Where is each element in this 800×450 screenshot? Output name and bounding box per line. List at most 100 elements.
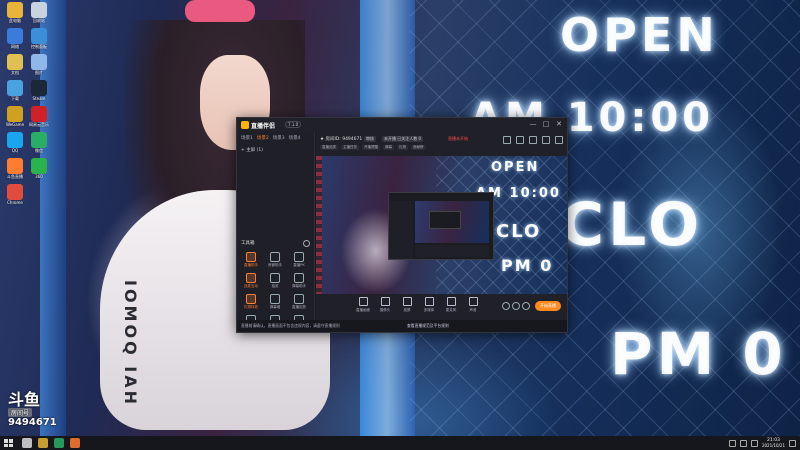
control-label: 麦克风 [445,308,457,312]
streaming-app-window[interactable]: 直播伴侣 7.1.0 — □ ✕ 场景1 场景2 场景3 场景4 + 主屏 (1… [236,117,568,333]
taskbar-search-icon[interactable] [22,438,32,448]
tool-label: 直播助手 [244,263,258,267]
desktop-icon[interactable]: Chrome [2,184,28,205]
camera-button[interactable]: 摄像头 [374,297,396,313]
maximize-icon[interactable]: □ [542,120,550,128]
sound-button[interactable]: 声音 [462,297,484,313]
gift-icon[interactable] [529,136,537,144]
tool-icon [246,273,256,283]
app-shortcut-icon [7,28,23,44]
input-method-icon[interactable] [750,439,758,447]
tab-scene-3[interactable]: 场景3 [273,135,285,141]
cast-button[interactable]: 投屏 [396,297,418,313]
taskbar-clock[interactable]: 21:03 2021/10/21 [762,438,785,448]
tool-icon [246,294,256,304]
header-subtab[interactable]: 主播任务 [341,145,359,150]
app-logo-icon [241,121,249,129]
toolbox-item[interactable]: 弹幕墙 [263,294,287,310]
tool-icon [294,273,304,283]
toolbox-item[interactable]: 直播助手 [239,252,263,268]
preview-neon-pm: PM 0 [501,256,554,275]
app-shortcut-icon [7,184,23,200]
preview-recursive-window [388,192,494,260]
tab-scene-4[interactable]: 场景4 [289,135,301,141]
desktop-icon[interactable]: 微信 [26,132,52,154]
toolbox-item[interactable]: 房管助手 [263,252,287,268]
close-icon[interactable]: ✕ [555,120,563,128]
header-icons [503,136,563,144]
add-scene-button[interactable]: + 主屏 (1) [241,147,310,153]
app-shortcut-icon [31,132,47,148]
desktop-icon-label: WeGame [5,122,25,127]
taskbar-wechat-icon[interactable] [54,438,64,448]
settings-icon[interactable] [542,136,550,144]
network-icon[interactable] [728,439,736,447]
app-titlebar[interactable]: 直播伴侣 7.1.0 — □ ✕ [237,118,567,132]
message-icon[interactable] [516,136,524,144]
share-icon[interactable] [555,136,563,144]
clock-icon[interactable] [303,240,310,247]
stream-preview[interactable]: OPEN AM 10:00 CLO PM 0 [316,156,567,294]
taskbar-file-explorer-icon[interactable] [38,438,48,448]
screen-capture-button[interactable]: 直播画面 [352,297,374,313]
tool-icon [270,252,280,262]
header-subtab[interactable]: 开播提醒 [362,145,380,150]
notice-link[interactable]: 查看直播规范及平台规则 [407,323,449,329]
notification-icon[interactable] [789,439,796,447]
control-label: 多媒体 [423,308,435,312]
desktop-icon[interactable]: 斗鱼直播 [2,158,28,180]
preview-inner-controls [415,245,489,257]
volume-icon[interactable] [739,439,747,447]
tool-label: 抽奖 [271,284,279,288]
header-subtab[interactable]: 贡献榜 [411,145,426,150]
desktop-icon-label: 下载 [11,96,19,101]
taskbar-douyu-icon[interactable] [70,438,80,448]
toolbox-item[interactable]: 连麦互动 [239,273,263,289]
tab-scene-1[interactable]: 场景1 [241,135,253,141]
app-shortcut-icon [7,158,23,174]
desktop-icon[interactable]: 网络 [2,28,28,50]
desktop-icon[interactable]: WeGame [2,106,28,127]
room-title: ★ 房间ID: 9494671 [320,137,363,142]
windows-start-icon[interactable] [4,439,13,447]
tab-scene-2[interactable]: 场景2 [257,135,269,141]
toolbox-item[interactable]: 弹幕助手 [287,273,311,289]
system-tray: 21:03 2021/10/21 [728,436,796,450]
desktop-icon-label: 文档 [11,70,19,75]
header-subtab[interactable]: 礼物 [397,145,408,150]
app-shortcut-icon [31,28,47,44]
record-icon[interactable] [502,302,510,310]
room-label: 房间号 [8,408,33,417]
app-shortcut-icon [31,2,47,18]
room-id: 9494671 [8,417,57,428]
gear-icon[interactable] [522,302,530,310]
control-label: 投屏 [403,308,411,312]
desktop-icon[interactable]: 360 [26,158,52,179]
toolbox-item[interactable]: 直播回放 [287,294,311,310]
header-subtab[interactable]: 弹幕 [383,145,394,150]
header-subtab[interactable]: 直播品类 [320,145,338,150]
microphone-button[interactable]: 麦克风 [440,297,462,313]
start-live-button[interactable]: 开始直播 [535,301,561,311]
desktop-icon[interactable]: 图片 [26,54,52,76]
minimize-icon[interactable]: — [529,120,537,128]
audit-chip[interactable]: 审核 [364,136,376,142]
stream-watermark: 斗鱼 房间号 9494671 [8,392,68,428]
desktop-icon-label: 控制面板 [31,44,47,49]
toolbox-item[interactable]: 抽奖 [263,273,287,289]
app-shortcut-icon [31,80,47,96]
avatar-icon[interactable] [503,136,511,144]
desktop-icon[interactable]: 回收站 [26,2,52,24]
media-button[interactable]: 多媒体 [418,297,440,313]
desktop-icon[interactable]: QQ [2,132,28,153]
toolbox-item[interactable]: 直播PK [287,252,311,268]
desktop-icon[interactable]: 此电脑 [2,2,28,24]
beauty-icon[interactable] [512,302,520,310]
desktop-icon[interactable]: 下载 [2,80,28,102]
desktop-icon[interactable]: 控制面板 [26,28,52,50]
status-chip: 未开播 已关注人数 0 [382,136,424,142]
desktop-icon[interactable]: 网易云音乐 [26,106,52,128]
toolbox-item[interactable]: 礼物特效 [239,294,263,310]
desktop-icon[interactable]: 文档 [2,54,28,76]
desktop-icon[interactable]: Steam [26,80,52,101]
